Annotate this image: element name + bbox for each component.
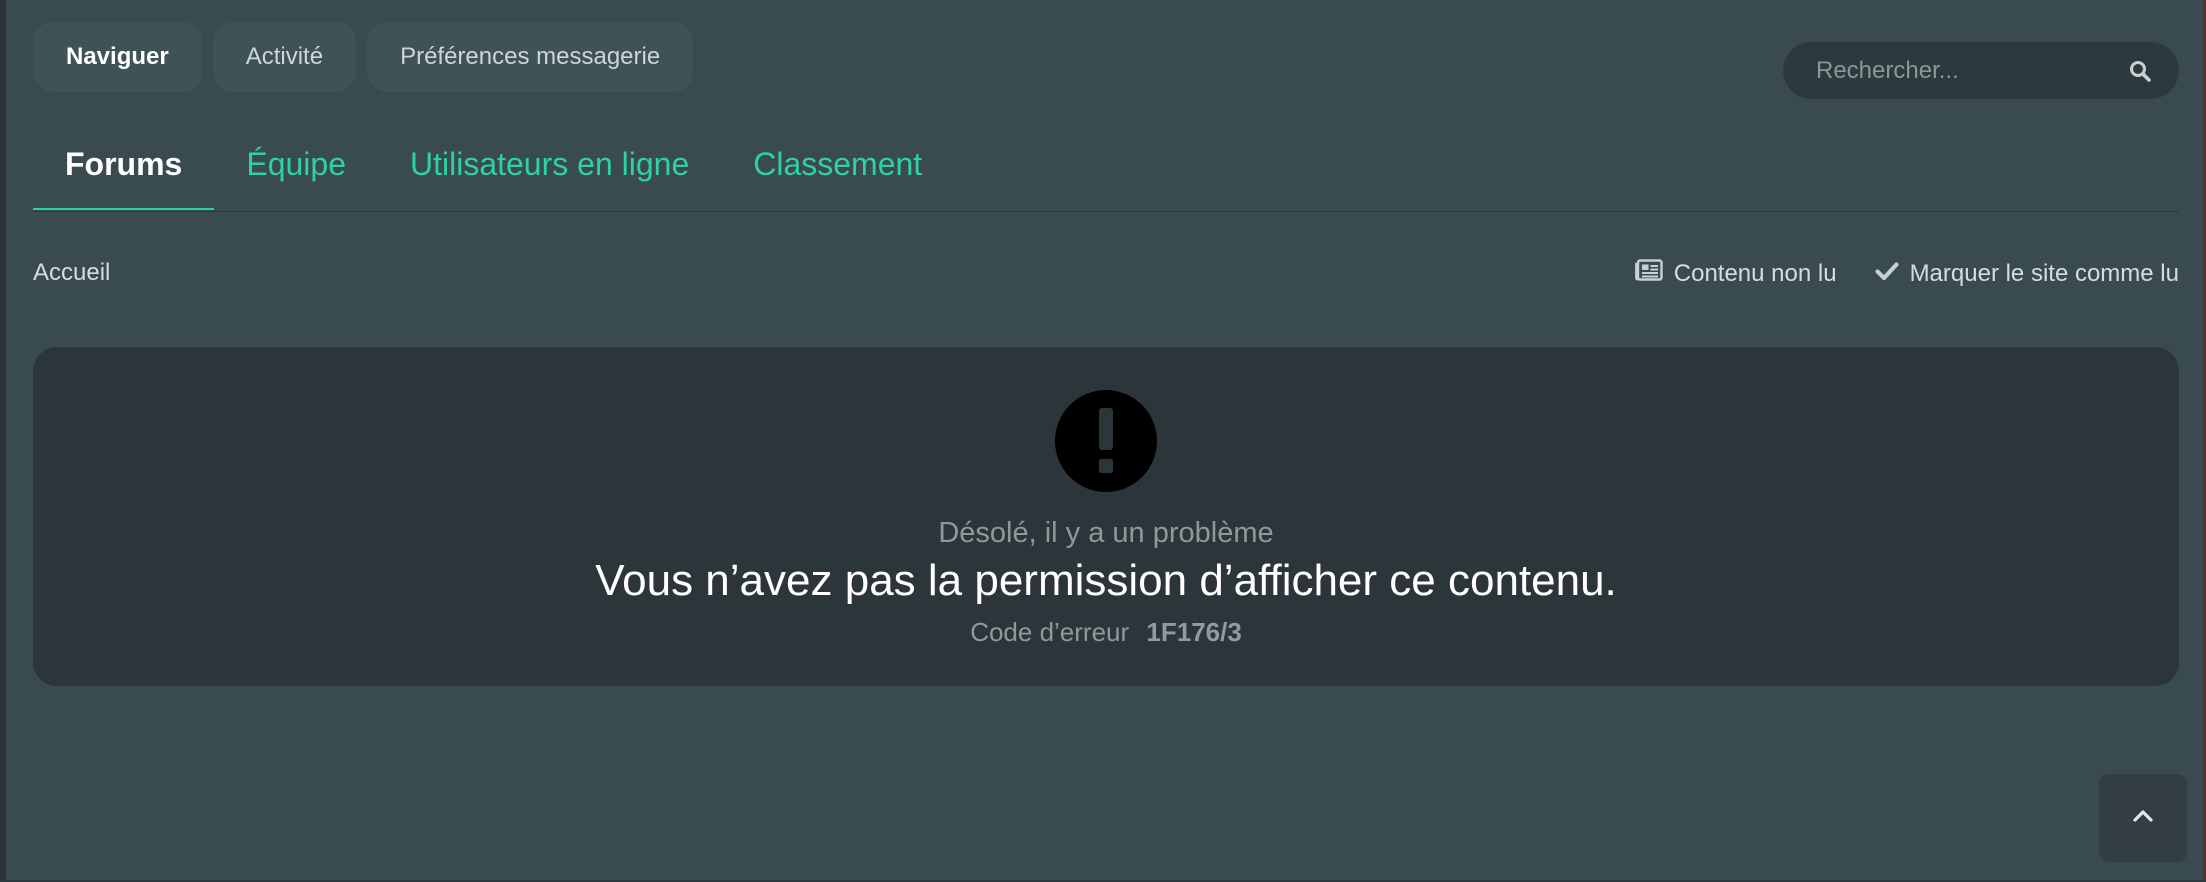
tab-equipe[interactable]: Équipe	[214, 128, 378, 210]
error-code-label: Code d’erreur	[970, 617, 1130, 647]
chevron-up-icon	[2131, 808, 2155, 829]
exclamation-circle-icon	[1054, 389, 1158, 493]
mark-site-read-link[interactable]: Marquer le site comme lu	[1874, 259, 2179, 288]
error-code-value: 1F176/3	[1146, 617, 1242, 647]
secondary-nav: Naviguer Activité Préférences messagerie	[33, 22, 694, 92]
breadcrumb: Accueil	[33, 259, 110, 287]
tab-classement[interactable]: Classement	[721, 128, 954, 210]
unread-content-link[interactable]: Contenu non lu	[1634, 259, 1837, 288]
back-to-top-button[interactable]	[2099, 774, 2187, 862]
tabs-divider	[33, 211, 2179, 212]
unread-content-label: Contenu non lu	[1673, 259, 1837, 287]
nav-pill-naviguer[interactable]: Naviguer	[33, 22, 202, 92]
search-input[interactable]	[1814, 55, 2128, 86]
error-message: Vous n’avez pas la permission d’afficher…	[595, 556, 1617, 605]
mark-site-read-label: Marquer le site comme lu	[1909, 259, 2179, 287]
search-box	[1783, 42, 2179, 99]
error-panel: Désolé, il y a un problème Vous n’avez p…	[33, 347, 2179, 686]
search-icon[interactable]	[2128, 58, 2152, 84]
window-left-edge	[0, 0, 6, 882]
error-subtitle: Désolé, il y a un problème	[938, 517, 1274, 549]
check-icon	[1874, 260, 1899, 288]
breadcrumb-actions: Contenu non lu Marquer le site comme lu	[1634, 259, 2179, 288]
tab-forums[interactable]: Forums	[33, 128, 215, 210]
newspaper-icon	[1634, 259, 1663, 288]
tab-utilisateurs-en-ligne[interactable]: Utilisateurs en ligne	[378, 128, 721, 210]
main-tabs: Forums Équipe Utilisateurs en ligne Clas…	[33, 128, 954, 210]
breadcrumb-home[interactable]: Accueil	[33, 259, 110, 286]
nav-pill-preferences-messagerie[interactable]: Préférences messagerie	[367, 22, 694, 92]
error-code: Code d’erreur 1F176/3	[33, 617, 2179, 648]
nav-pill-activite[interactable]: Activité	[212, 22, 357, 92]
